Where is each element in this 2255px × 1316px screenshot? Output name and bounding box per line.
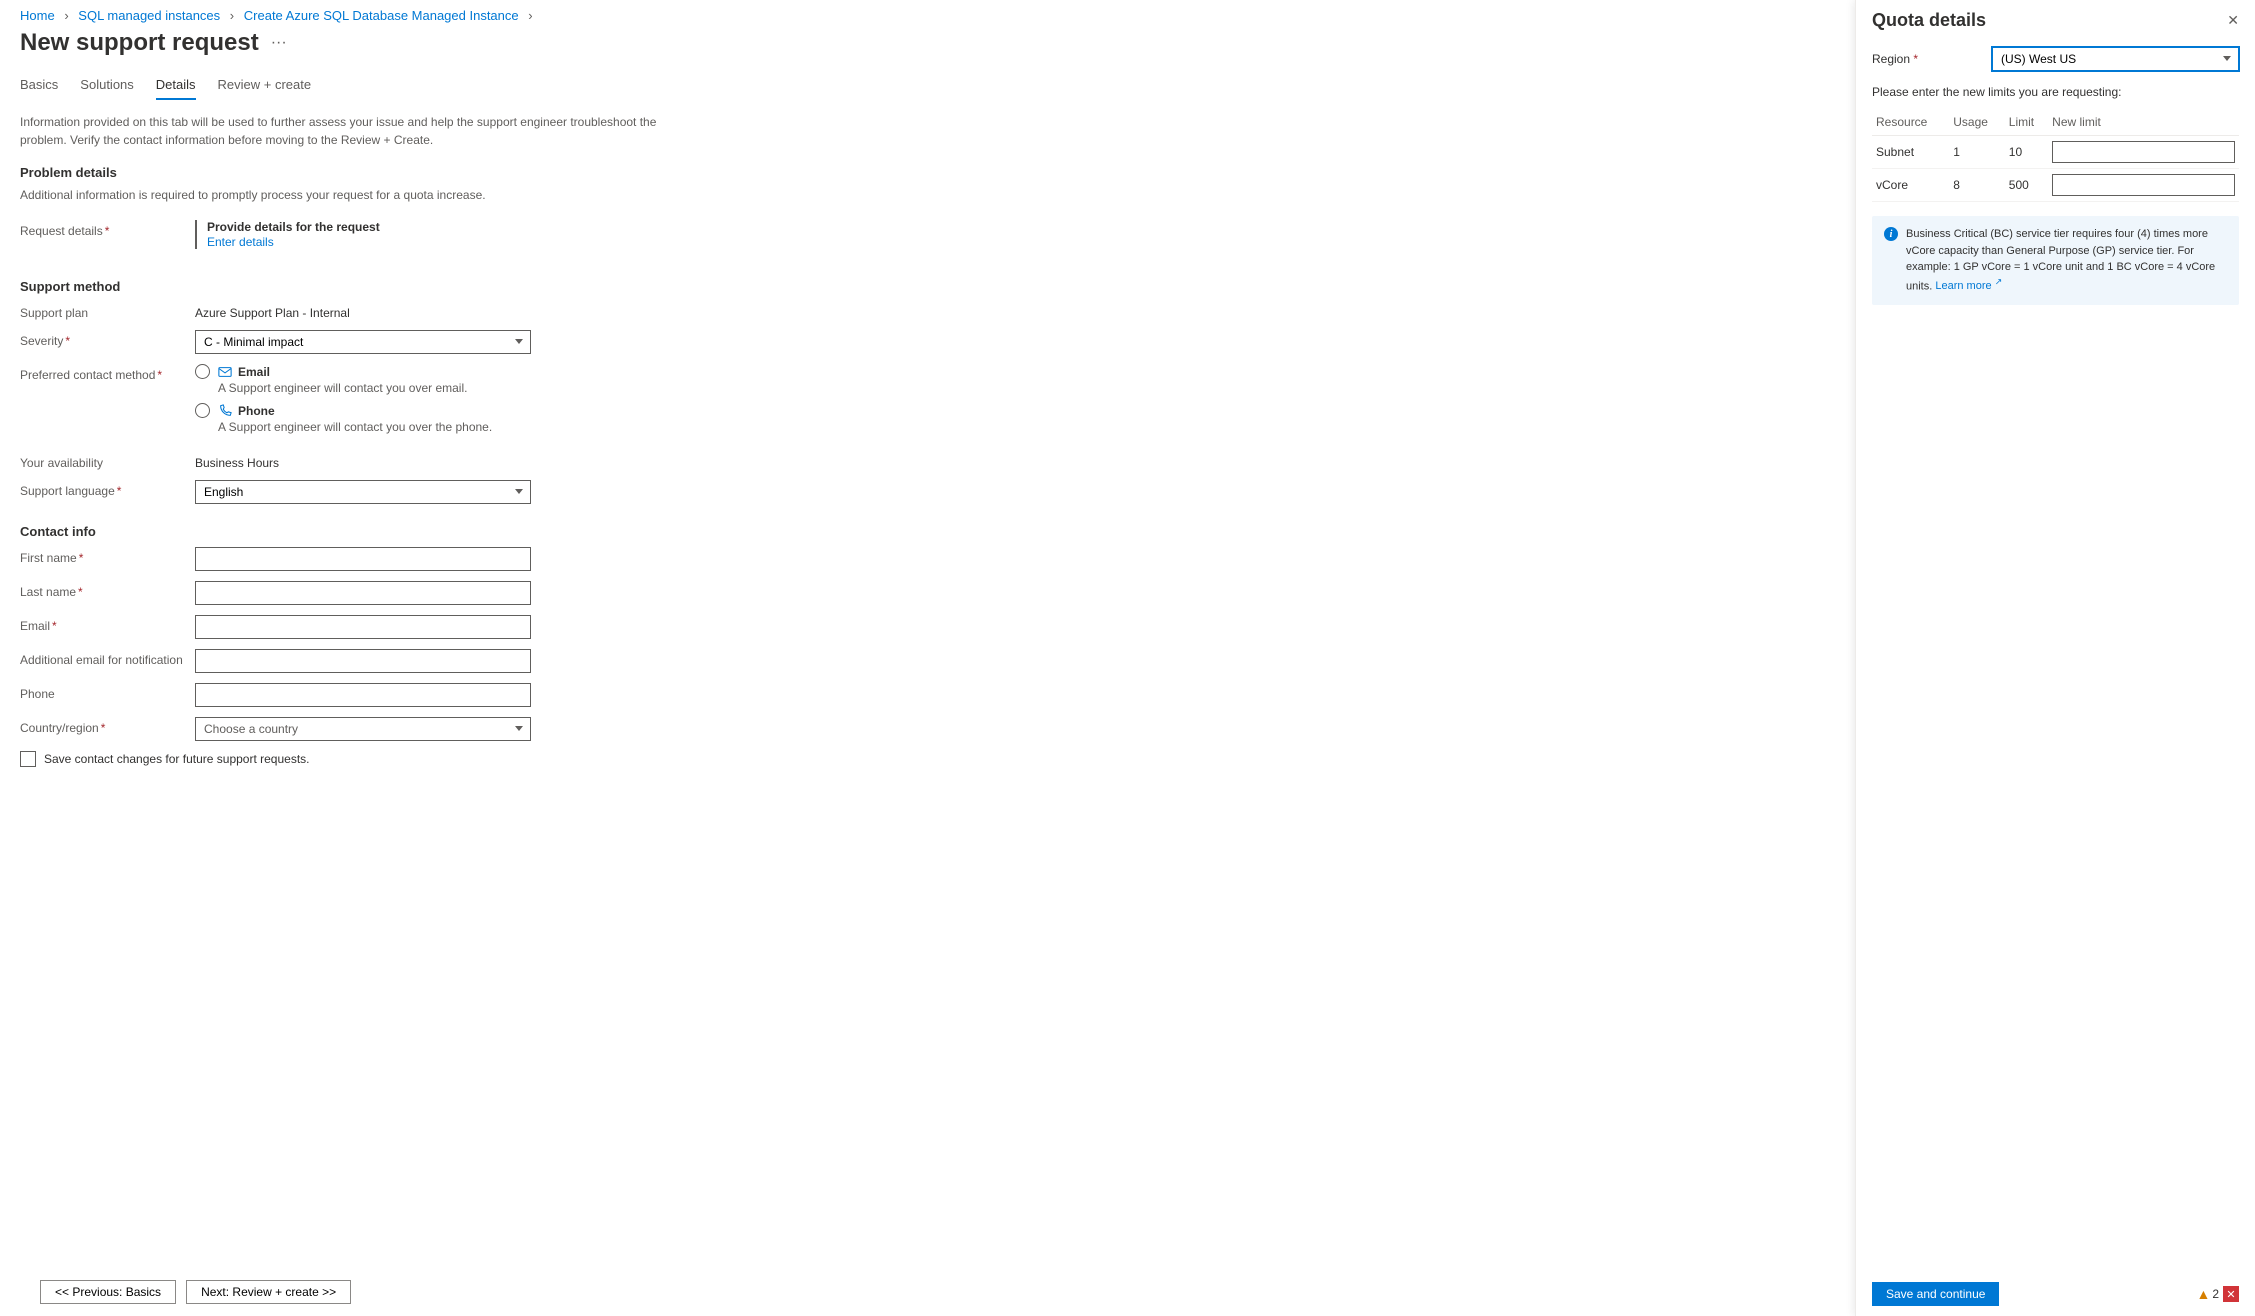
more-icon[interactable]: ··· [271, 34, 287, 52]
info-icon: i [1884, 227, 1898, 241]
email-label: Email* [20, 615, 195, 633]
region-select[interactable]: (US) West US [1992, 47, 2239, 71]
support-method-heading: Support method [20, 279, 1835, 294]
phone-input[interactable] [195, 683, 531, 707]
phone-radio[interactable] [195, 403, 210, 418]
chevron-right-icon: › [230, 8, 234, 23]
email-label: Email [238, 365, 270, 379]
breadcrumb-home[interactable]: Home [20, 8, 55, 23]
next-button[interactable]: Next: Review + create >> [186, 1280, 351, 1304]
quota-table: Resource Usage Limit New limit Subnet 1 … [1872, 109, 2239, 202]
support-language-select[interactable]: English [195, 480, 531, 504]
panel-title: Quota details [1872, 10, 1986, 31]
enter-details-link[interactable]: Enter details [207, 235, 274, 249]
save-contact-label: Save contact changes for future support … [44, 752, 310, 766]
provide-details-text: Provide details for the request [207, 220, 1835, 234]
email-input[interactable] [195, 615, 531, 639]
severity-label: Severity* [20, 330, 195, 348]
first-name-input[interactable] [195, 547, 531, 571]
col-limit: Limit [2005, 109, 2048, 136]
contact-info-heading: Contact info [20, 524, 1835, 539]
tab-info-text: Information provided on this tab will be… [20, 113, 660, 149]
cell-usage: 8 [1949, 169, 2005, 202]
additional-email-label: Additional email for notification [20, 649, 195, 667]
panel-hint: Please enter the new limits you are requ… [1872, 85, 2239, 99]
tab-solutions[interactable]: Solutions [80, 71, 133, 100]
breadcrumb-sql-mi[interactable]: SQL managed instances [78, 8, 220, 23]
table-row: Subnet 1 10 [1872, 136, 2239, 169]
last-name-label: Last name* [20, 581, 195, 599]
col-newlimit: New limit [2048, 109, 2239, 136]
email-desc: A Support engineer will contact you over… [218, 381, 1835, 395]
col-resource: Resource [1872, 109, 1949, 136]
tab-basics[interactable]: Basics [20, 71, 58, 100]
save-and-continue-button[interactable]: Save and continue [1872, 1282, 1999, 1306]
page-title: New support request [20, 29, 259, 57]
contact-method-label: Preferred contact method* [20, 364, 195, 382]
close-icon[interactable]: ✕ [2227, 12, 2239, 29]
support-plan-value: Azure Support Plan - Internal [195, 302, 1835, 320]
cell-limit: 10 [2005, 136, 2048, 169]
warning-count: 2 [2212, 1287, 2219, 1301]
cell-resource: Subnet [1872, 136, 1949, 169]
severity-select[interactable]: C - Minimal impact [195, 330, 531, 354]
cell-limit: 500 [2005, 169, 2048, 202]
phone-label: Phone [238, 404, 275, 418]
problem-sub-text: Additional information is required to pr… [20, 188, 1835, 202]
newlimit-vcore-input[interactable] [2052, 174, 2235, 196]
cell-resource: vCore [1872, 169, 1949, 202]
info-box: i Business Critical (BC) service tier re… [1872, 216, 2239, 305]
country-select[interactable]: Choose a country [195, 717, 531, 741]
chevron-right-icon: › [64, 8, 68, 23]
warning-badge[interactable]: ▲ 2 [2196, 1286, 2219, 1302]
support-language-label: Support language* [20, 480, 195, 498]
request-details-label: Request details* [20, 220, 195, 238]
region-label: Region * [1872, 52, 1992, 66]
phone-field-label: Phone [20, 683, 195, 701]
last-name-input[interactable] [195, 581, 531, 605]
tab-details[interactable]: Details [156, 71, 196, 100]
quota-details-panel: Quota details ✕ Region * (US) West US Pl… [1855, 0, 2255, 1316]
first-name-label: First name* [20, 547, 195, 565]
chevron-right-icon: › [528, 8, 532, 23]
support-plan-label: Support plan [20, 302, 195, 320]
col-usage: Usage [1949, 109, 2005, 136]
mail-icon [218, 365, 232, 379]
error-icon[interactable]: ✕ [2223, 1286, 2239, 1302]
email-radio[interactable] [195, 364, 210, 379]
external-link-icon: ↗ [1995, 277, 2003, 287]
tabs: Basics Solutions Details Review + create [20, 71, 1835, 101]
previous-button[interactable]: << Previous: Basics [40, 1280, 176, 1304]
newlimit-subnet-input[interactable] [2052, 141, 2235, 163]
phone-desc: A Support engineer will contact you over… [218, 420, 1835, 434]
learn-more-link[interactable]: Learn more ↗ [1935, 280, 2002, 292]
additional-email-input[interactable] [195, 649, 531, 673]
phone-icon [218, 404, 232, 418]
problem-details-heading: Problem details [20, 165, 1835, 180]
tab-review[interactable]: Review + create [218, 71, 312, 100]
breadcrumb-create[interactable]: Create Azure SQL Database Managed Instan… [244, 8, 519, 23]
country-label: Country/region* [20, 717, 195, 735]
table-row: vCore 8 500 [1872, 169, 2239, 202]
cell-usage: 1 [1949, 136, 2005, 169]
warning-icon: ▲ [2196, 1286, 2210, 1302]
breadcrumb: Home › SQL managed instances › Create Az… [20, 8, 1835, 23]
availability-value: Business Hours [195, 452, 1835, 470]
save-contact-checkbox[interactable] [20, 751, 36, 767]
availability-label: Your availability [20, 452, 195, 470]
